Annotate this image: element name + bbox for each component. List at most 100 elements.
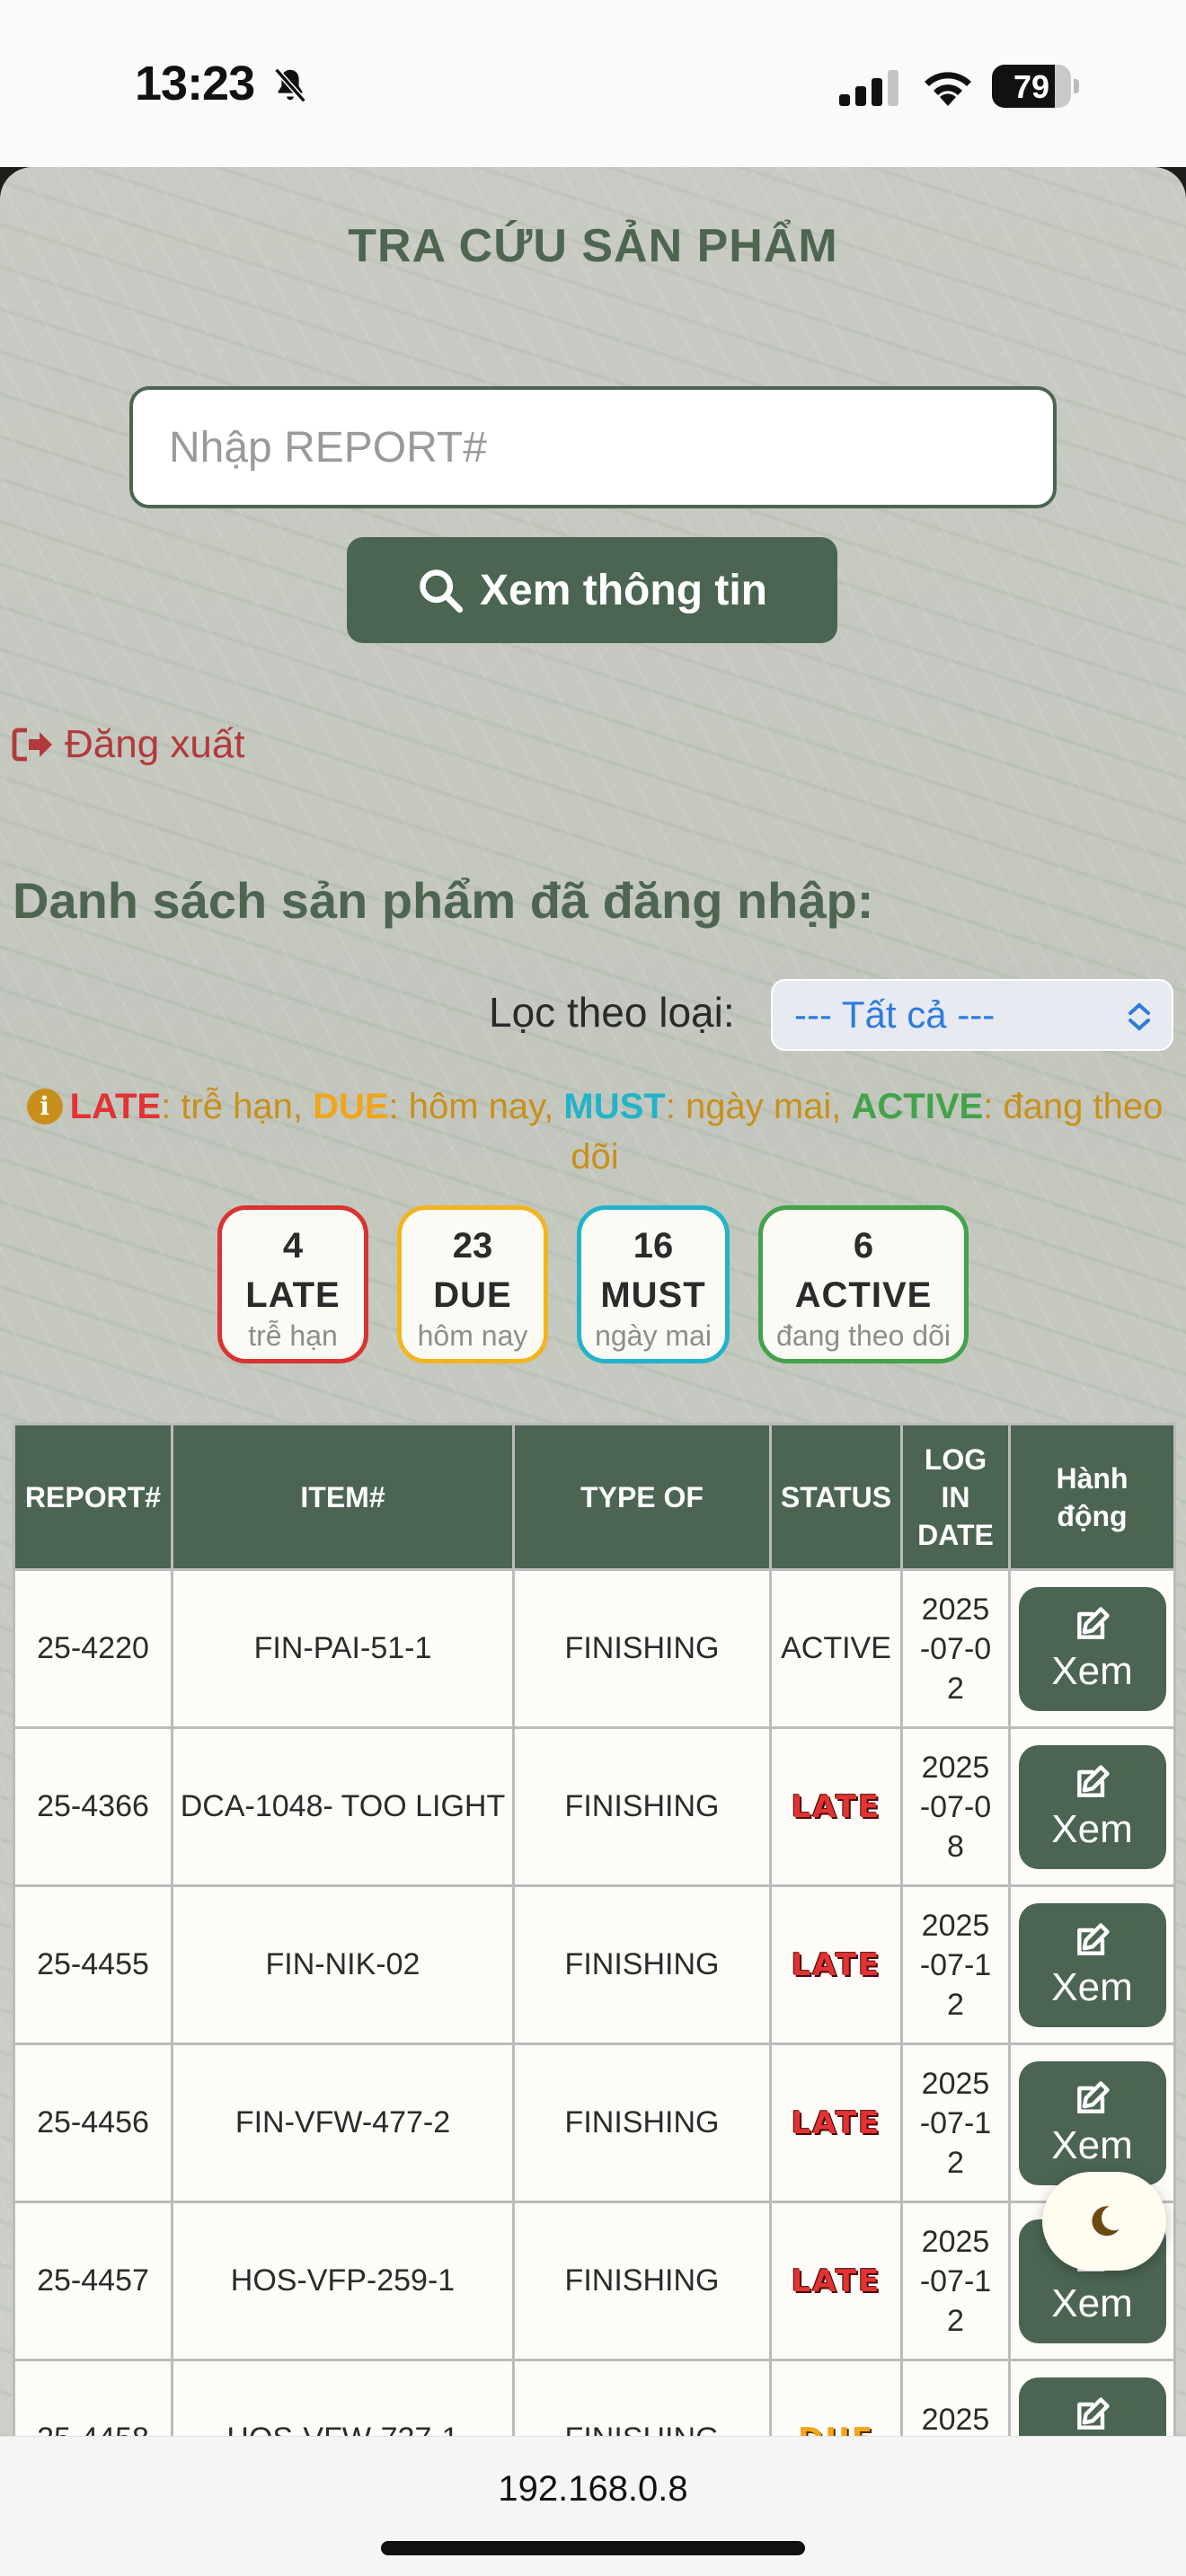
cell-login-date: 2025-07-12 — [900, 1884, 1011, 2045]
view-row-label: Xem — [1051, 2280, 1133, 2325]
stat-count: 4 — [282, 1226, 304, 1266]
col-header-login-date[interactable]: LOG IN DATE — [900, 1423, 1011, 1571]
view-row-button[interactable]: Xem — [1018, 2060, 1166, 2185]
col-header-status[interactable]: STATUS — [769, 1423, 903, 1571]
login-date-text: 2025-07-08 — [919, 1750, 992, 1864]
legend-must-key: MUST — [563, 1087, 666, 1126]
cell-type: FINISHING — [512, 1726, 772, 1887]
status-badge: DUE — [798, 2422, 874, 2437]
cell-action: Xem — [1008, 1726, 1176, 1887]
cell-status: LATE — [769, 1726, 903, 1887]
status-legend: i LATE: trễ hạn, DUE: hôm nay, MUST: ngày… — [14, 1081, 1175, 1182]
cell-report: 25-4220 — [13, 1568, 173, 1729]
cell-status: LATE — [769, 2201, 903, 2361]
stat-sub: ngày mai — [595, 1319, 712, 1352]
view-row-button[interactable]: Xem — [1018, 1902, 1166, 2027]
url-bar[interactable]: 192.168.0.8 — [0, 2469, 1186, 2510]
table-row: 25-4220 FIN-PAI-51-1 FINISHING ACTIVE 2025-0… — [13, 1568, 1176, 1729]
stat-card-late[interactable]: 4 LATE trễ hạn — [217, 1205, 368, 1363]
col-header-action[interactable]: Hành động — [1008, 1423, 1176, 1571]
moon-icon — [1092, 2206, 1120, 2236]
cell-login-date: 2025-07-12 — [900, 2201, 1011, 2361]
page-content: TRA CỨU SẢN PHẨM Xem thông tin Đăng xuất… — [0, 167, 1186, 2436]
table-row: 25-4455 FIN-NIK-02 FINISHING LATE 2025-07-12… — [13, 1884, 1176, 2045]
legend-active-key: ACTIVE — [851, 1087, 984, 1126]
cell-report: 25-4366 — [13, 1726, 173, 1887]
login-date-text: 2025- — [921, 2402, 990, 2437]
edit-icon — [1076, 1764, 1110, 1797]
cell-login-date: 2025-07-02 — [900, 1568, 1011, 1729]
col-header-login-date-label: LOG IN DATE — [917, 1442, 994, 1551]
status-badge: ACTIVE — [781, 1631, 891, 1665]
cell-item: FIN-VFW-477-2 — [171, 2042, 515, 2203]
col-header-item[interactable]: ITEM# — [171, 1423, 515, 1571]
cell-action: Xem — [1008, 2359, 1176, 2436]
col-header-type[interactable]: TYPE OF — [512, 1423, 772, 1571]
logout-label: Đăng xuất — [65, 722, 245, 766]
col-header-report[interactable]: REPORT# — [13, 1423, 173, 1571]
stat-sub: đang theo dõi — [776, 1319, 951, 1352]
stat-count: 23 — [452, 1226, 493, 1266]
cell-login-date: 2025- — [900, 2359, 1011, 2437]
cell-item: HOS-VFW-727-1 — [171, 2359, 515, 2436]
table-row: 25-4458HOS-VFW-727-1FINISHING DUE 2025- Xem — [13, 2359, 1176, 2437]
cell-status: DUE — [769, 2359, 903, 2437]
stat-key: DUE — [433, 1275, 512, 1315]
wifi-icon — [925, 72, 971, 106]
stat-key: MUST — [600, 1275, 706, 1315]
legend-late-key: LATE — [69, 1087, 162, 1126]
login-date-text: 2025-07-12 — [919, 2066, 992, 2180]
filter-selected-value: --- Tất cả --- — [794, 993, 996, 1036]
login-date-text: 2025-07-12 — [919, 2224, 992, 2338]
cell-item: FIN-PAI-51-1 — [171, 1568, 515, 1729]
status-badge: LATE — [791, 2104, 881, 2141]
info-icon: i — [26, 1089, 63, 1125]
login-date-text: 2025-07-02 — [919, 1592, 992, 1706]
list-title: Danh sách sản phẩm đã đăng nhập: — [13, 872, 874, 929]
col-header-action-label: Hành động — [1056, 1461, 1128, 1532]
cell-status: ACTIVE — [769, 1568, 903, 1729]
view-info-label: Xem thông tin — [480, 566, 767, 614]
search-icon — [420, 569, 464, 613]
edit-icon — [1076, 2396, 1110, 2430]
view-row-button[interactable]: Xem — [1018, 1744, 1166, 1869]
type-filter-select[interactable]: --- Tất cả --- — [771, 979, 1173, 1051]
cell-type: FINISHING — [512, 2201, 772, 2361]
cell-report: 25-4455 — [13, 1884, 173, 2045]
chevron-updown-icon — [1128, 1002, 1150, 1031]
cell-status: LATE — [769, 1884, 903, 2045]
stat-card-due[interactable]: 23 DUE hôm nay — [397, 1205, 548, 1363]
cell-item: HOS-VFP-259-1 — [171, 2201, 515, 2361]
page-title: TRA CỨU SẢN PHẨM — [348, 220, 838, 272]
status-badge: LATE — [791, 1788, 881, 1825]
home-indicator[interactable] — [381, 2541, 805, 2555]
cell-login-date: 2025-07-12 — [900, 2042, 1011, 2203]
stat-card-active[interactable]: 6 ACTIVE đang theo dõi — [758, 1205, 969, 1363]
stat-key: LATE — [245, 1275, 341, 1315]
stat-count: 6 — [853, 1226, 874, 1266]
status-badge: LATE — [791, 2263, 881, 2299]
legend-late-text: : trễ hạn, — [161, 1087, 314, 1126]
products-table: REPORT# ITEM# TYPE OF STATUS LOG IN DATE… — [13, 1423, 1176, 2436]
report-search-input[interactable] — [129, 386, 1057, 508]
cell-action: Xem — [1008, 1568, 1176, 1729]
signal-icon — [839, 70, 898, 106]
cell-action: Xem — [1008, 1884, 1176, 2045]
stat-card-must[interactable]: 16 MUST ngày mai — [577, 1205, 730, 1363]
battery-icon: 79 — [992, 65, 1079, 108]
stat-count: 16 — [633, 1226, 674, 1266]
logout-link[interactable]: Đăng xuất — [11, 722, 245, 767]
view-row-button[interactable]: Xem — [1018, 1586, 1166, 1711]
view-info-button[interactable]: Xem thông tin — [347, 537, 837, 643]
view-row-label: Xem — [1051, 1648, 1133, 1693]
table-row: 25-4366 DCA-1048- TOO LIGHT FINISHING LATE 2… — [13, 1726, 1176, 1887]
bell-slash-icon — [274, 67, 306, 103]
battery-percent: 79 — [1013, 68, 1050, 105]
view-row-button[interactable]: Xem — [1018, 2377, 1166, 2436]
legend-due-key: DUE — [313, 1087, 389, 1126]
view-row-label: Xem — [1051, 1964, 1133, 2009]
cell-type: FINISHING — [512, 1884, 772, 2045]
theme-toggle-button[interactable] — [1042, 2172, 1166, 2271]
edit-icon — [1076, 1606, 1110, 1639]
cell-type: FINISHING — [512, 1568, 772, 1729]
